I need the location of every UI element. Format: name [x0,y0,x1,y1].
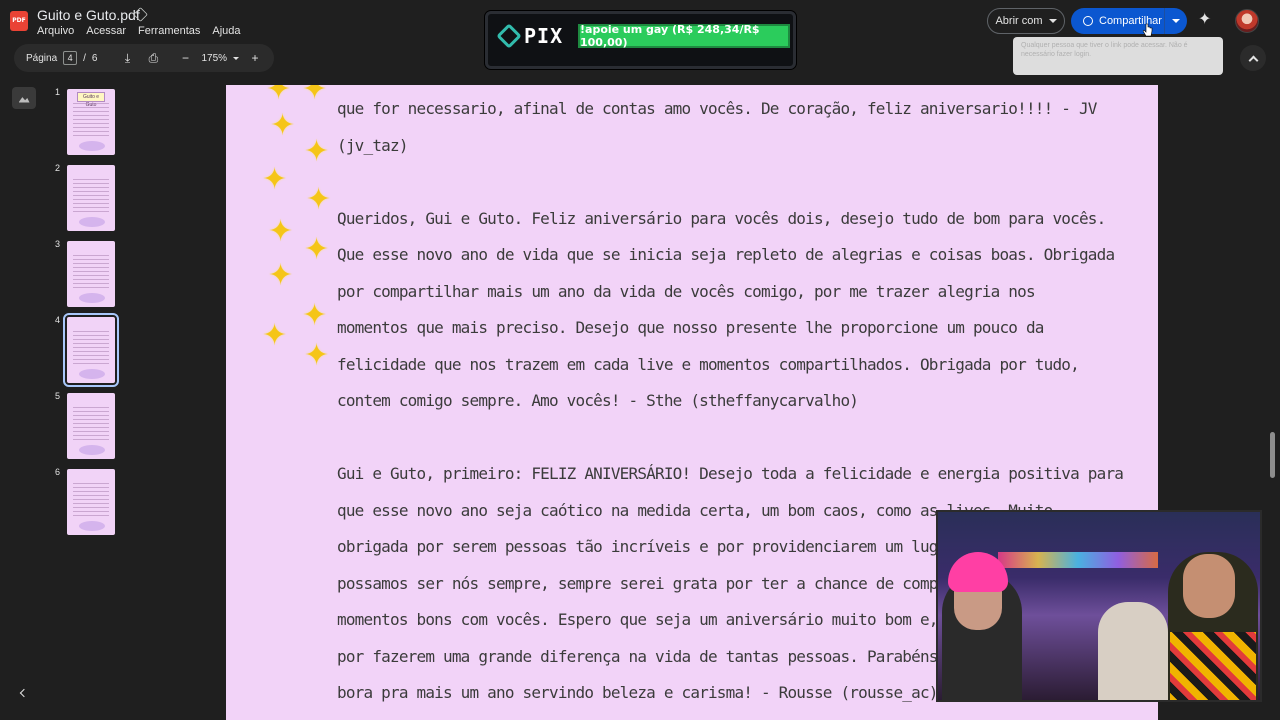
thumbnail-image [67,241,115,307]
thumbnail-page-3[interactable]: 3 [50,237,130,313]
thumbnail-image [67,393,115,459]
gemini-sparkle-icon[interactable]: ✦ [1198,12,1214,28]
sparkle-icon: ✦ [304,233,330,266]
collapse-sidebar-button[interactable] [18,688,29,698]
menu-arquivo[interactable]: Arquivo [37,25,74,37]
page-separator: / [83,52,86,64]
page-label: Página [26,52,58,64]
thumbnail-number: 1 [55,87,61,97]
thumbnail-number: 3 [55,239,61,249]
download-icon[interactable]: ⤓ [117,51,137,66]
pix-logo: PIX [496,23,564,49]
thumbnail-number: 4 [55,315,61,325]
thumbnail-image [67,469,115,535]
zoom-level[interactable]: 175% [201,53,227,64]
menu-ferramentas[interactable]: Ferramentas [138,25,200,37]
collapse-toolbar-button[interactable] [1240,45,1266,71]
thumbnail-number: 5 [55,391,61,401]
thumbnail-image [67,165,115,231]
sparkle-icon: ✦ [302,299,328,332]
thumbnail-image [63,313,119,387]
share-dropdown-button[interactable] [1165,19,1187,23]
pix-logo-text: PIX [524,24,564,48]
message-paragraph: que for necessario, afinal de contas amo… [337,99,1097,155]
menu-acessar[interactable]: Acessar [86,25,126,37]
image-icon [18,97,30,103]
thumbnail-image: Guito e Guto [67,89,115,155]
sparkle-icon: ✦ [302,85,328,106]
pix-diamond-icon [496,23,522,49]
thumbnails-toggle-button[interactable] [12,87,36,109]
menu-bar: Arquivo Acessar Ferramentas Ajuda [37,25,241,37]
zoom-in-icon[interactable]: + [245,51,265,65]
thumbnail-page-6[interactable]: 6 [50,465,130,541]
webcam-overlay [936,510,1262,702]
avatar[interactable] [1235,9,1259,33]
thumbnail-number: 2 [55,163,61,173]
sparkle-icon: ✦ [262,319,288,352]
chevron-left-icon [19,688,29,698]
share-tooltip: Qualquer pessoa que tiver o link pode ac… [1013,37,1223,75]
sparkle-icon: ✦ [270,109,296,142]
sparkle-icon: ✦ [266,85,292,106]
sparkle-decoration: ✦ ✦ ✦ ✦ ✦ ✦ ✦ ✦ ✦ ✦ ✦ ✦ [262,85,342,375]
globe-icon [1083,16,1093,26]
pdf-file-icon: PDF [10,11,28,31]
pix-donation-overlay: PIX !apoie um gay (R$ 248,34/R$ 100,00) [485,11,796,69]
thumbnail-header: Guito e Guto [77,92,105,108]
chevron-down-icon [1172,19,1180,23]
thumbnail-page-4[interactable]: 4 [50,313,130,389]
pix-goal-bar: !apoie um gay (R$ 248,34/R$ 100,00) [578,23,790,49]
pdf-toolbar: Página 4 / 6 ⤓ ⎙ − 175% + [14,44,274,72]
sparkle-icon: ✦ [304,135,330,168]
mouse-cursor-icon [1143,23,1153,37]
thumbnail-page-2[interactable]: 2 [50,161,130,237]
page-number-input[interactable]: 4 [63,51,78,65]
sparkle-icon: ✦ [262,163,288,196]
sparkle-icon: ✦ [306,183,332,216]
sparkle-icon: ✦ [268,215,294,248]
thumbnail-page-1[interactable]: 1 Guito e Guto [50,85,130,161]
sparkle-icon: ✦ [268,259,294,292]
zoom-out-icon[interactable]: − [175,51,195,65]
thumbnail-list: 1 Guito e Guto 2 3 4 5 6 [50,85,130,541]
open-with-button[interactable]: Abrir com [987,8,1065,34]
chevron-down-icon [1048,19,1057,23]
total-pages: 6 [91,52,98,64]
sparkle-icon: ✦ [304,339,330,372]
chevron-up-icon [1248,55,1258,65]
vertical-scrollbar[interactable] [1270,432,1275,478]
message-paragraph: Queridos, Gui e Guto. Feliz aniversário … [337,208,1115,411]
menu-ajuda[interactable]: Ajuda [212,25,240,37]
thumbnail-page-5[interactable]: 5 [50,389,130,465]
share-button-group: Compartilhar [1071,8,1187,34]
print-icon[interactable]: ⎙ [143,51,163,66]
zoom-dropdown-icon[interactable] [233,56,240,60]
open-with-label: Abrir com [995,15,1043,27]
thumbnail-number: 6 [55,467,61,477]
document-title[interactable]: Guito e Guto.pdf [37,7,140,23]
